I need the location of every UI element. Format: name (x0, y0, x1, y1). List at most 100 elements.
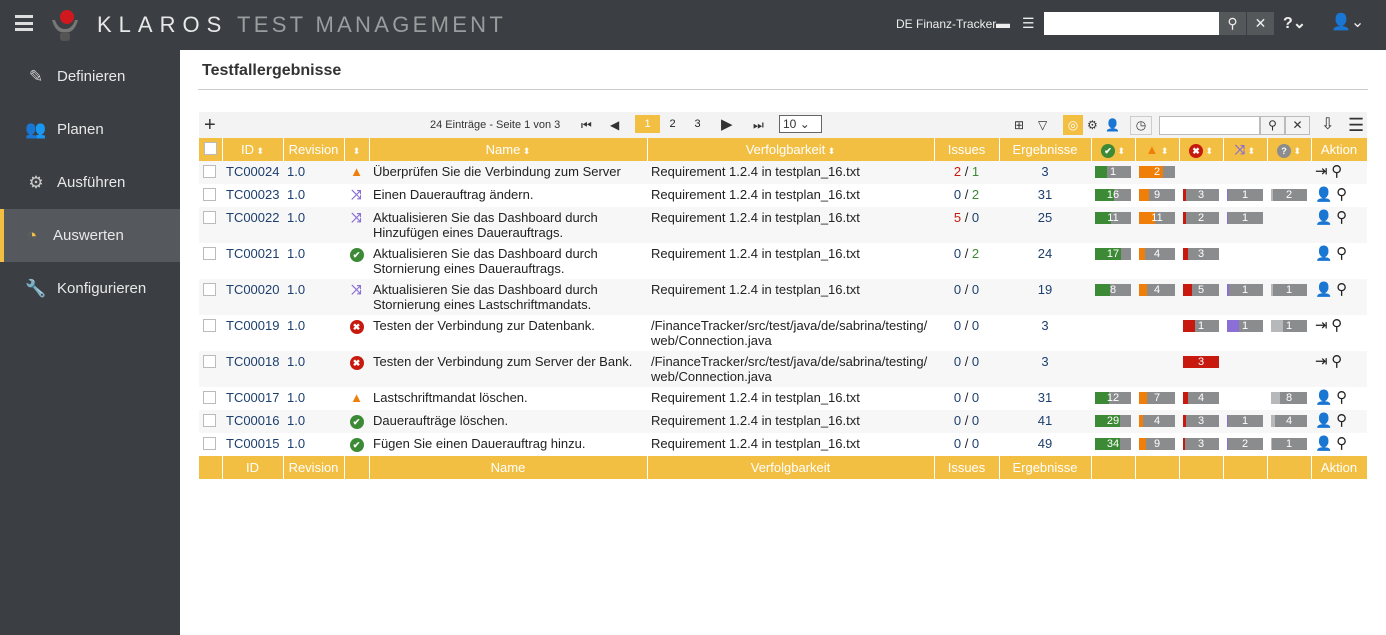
prev-page-icon[interactable]: ◀ (610, 112, 619, 138)
col-id[interactable]: ID (222, 456, 284, 479)
test-case-id[interactable]: TC00021 (226, 246, 279, 261)
row-checkbox[interactable] (199, 207, 222, 243)
table-row[interactable]: TC00023 1.0 ⤨ Einen Dauerauftrag ändern.… (199, 184, 1367, 207)
table-clear-button[interactable]: ✕ (1285, 116, 1310, 135)
col-name[interactable]: Name (369, 456, 648, 479)
col-issues[interactable]: Issues (934, 456, 1000, 479)
col-status[interactable]: ⬍ (344, 138, 370, 161)
columns-menu-icon[interactable]: ☰ (1348, 112, 1364, 138)
results-count[interactable]: 24 (999, 243, 1091, 279)
col-revision[interactable]: Revision (283, 456, 345, 479)
menu-icon[interactable] (15, 15, 33, 31)
search-icon[interactable]: ⚲ (1336, 435, 1347, 452)
page-size-select[interactable]: 10 ⌄ (779, 115, 822, 133)
search-icon[interactable]: ⚲ (1336, 412, 1347, 429)
results-count[interactable]: 31 (999, 387, 1091, 410)
row-checkbox[interactable] (199, 161, 222, 184)
test-case-id[interactable]: TC00024 (226, 164, 279, 179)
results-count[interactable]: 19 (999, 279, 1091, 315)
history-icon[interactable]: ◷ (1130, 116, 1152, 135)
assign-user-icon[interactable]: 👤 (1315, 281, 1332, 297)
search-icon[interactable]: ⚲ (1336, 245, 1347, 262)
user-clock-icon[interactable]: 👤 (1105, 112, 1120, 138)
search-icon[interactable]: ⚲ (1336, 389, 1347, 406)
select-all-checkbox[interactable] (199, 456, 223, 479)
assign-user-icon[interactable]: 👤 (1315, 412, 1332, 428)
import-icon[interactable]: ⇥ (1315, 163, 1328, 180)
row-checkbox[interactable] (199, 184, 222, 207)
col-warn[interactable]: ▲ ⬍ (1135, 138, 1180, 161)
test-case-id[interactable]: TC00015 (226, 436, 279, 451)
table-row[interactable]: TC00024 1.0 ▲ Überprüfen Sie die Verbind… (199, 161, 1367, 184)
row-checkbox[interactable] (199, 410, 222, 433)
table-row[interactable]: TC00020 1.0 ⤨ Aktualisieren Sie das Dash… (199, 279, 1367, 315)
col-skip[interactable]: ⤨ ⬍ (1223, 138, 1268, 161)
sidebar-item-4[interactable]: 🔧 Konfigurieren (0, 262, 180, 315)
col-trace[interactable]: Verfolgbarkeit ⬍ (647, 138, 935, 161)
assign-user-icon[interactable]: 👤 (1315, 209, 1332, 225)
sidebar-item-3[interactable]: ◔ Auswerten (0, 209, 180, 262)
last-page-icon[interactable]: ⏭ (753, 112, 764, 138)
results-count[interactable]: 25 (999, 207, 1091, 243)
clear-search-button[interactable]: ✕ (1247, 12, 1274, 35)
project-name[interactable]: DE Finanz-Tracker (896, 17, 996, 31)
table-row[interactable]: TC00019 1.0 ✖ Testen der Verbindung zur … (199, 315, 1367, 351)
test-case-id[interactable]: TC00016 (226, 413, 279, 428)
col-fail[interactable] (1179, 456, 1224, 479)
col-warn[interactable] (1135, 456, 1180, 479)
sidebar-item-1[interactable]: 👥 Planen (0, 103, 180, 156)
page-2-button[interactable]: 2 (660, 115, 685, 133)
global-search-input[interactable] (1044, 12, 1219, 35)
assign-user-icon[interactable]: 👤 (1315, 435, 1332, 451)
results-count[interactable]: 49 (999, 433, 1091, 456)
test-case-id[interactable]: TC00019 (226, 318, 279, 333)
sidebar-item-0[interactable]: ✎ Definieren (0, 50, 180, 103)
page-1-button[interactable]: 1 (635, 115, 660, 133)
table-row[interactable]: TC00017 1.0 ▲ Lastschriftmandat löschen.… (199, 387, 1367, 410)
table-row[interactable]: TC00021 1.0 ✔ Aktualisieren Sie das Dash… (199, 243, 1367, 279)
globe-icon[interactable]: ◎ (1063, 115, 1083, 135)
add-icon[interactable]: + (204, 112, 216, 138)
assign-user-icon[interactable]: 👤 (1315, 245, 1332, 261)
search-button[interactable]: ⚲ (1219, 12, 1246, 35)
test-case-id[interactable]: TC00023 (226, 187, 279, 202)
sidebar-item-2[interactable]: ⚙ Ausführen (0, 156, 180, 209)
col-fail[interactable]: ✖ ⬍ (1179, 138, 1224, 161)
assign-user-icon[interactable]: 👤 (1315, 389, 1332, 405)
col-id[interactable]: ID ⬍ (222, 138, 284, 161)
test-case-id[interactable]: TC00017 (226, 390, 279, 405)
col-name[interactable]: Name ⬍ (369, 138, 648, 161)
test-case-id[interactable]: TC00022 (226, 210, 279, 225)
table-row[interactable]: TC00015 1.0 ✔ Fügen Sie einen Dauerauftr… (199, 433, 1367, 456)
search-icon[interactable]: ⚲ (1336, 209, 1347, 226)
table-row[interactable]: TC00016 1.0 ✔ Daueraufträge löschen. Req… (199, 410, 1367, 433)
col-unknown[interactable]: ? ⬍ (1267, 138, 1312, 161)
col-issues[interactable]: Issues (934, 138, 1000, 161)
table-search-button[interactable]: ⚲ (1260, 116, 1285, 135)
archive-icon[interactable]: ▬ (996, 15, 1010, 31)
results-count[interactable]: 3 (999, 315, 1091, 351)
results-count[interactable]: 3 (999, 161, 1091, 184)
row-checkbox[interactable] (199, 351, 222, 387)
col-unknown[interactable] (1267, 456, 1312, 479)
search-icon[interactable]: ⚲ (1331, 353, 1342, 370)
search-icon[interactable]: ⚲ (1331, 163, 1342, 180)
first-page-icon[interactable]: ⏮ (581, 112, 592, 138)
col-revision[interactable]: Revision (283, 138, 345, 161)
table-search-input[interactable] (1159, 116, 1260, 135)
col-results[interactable]: Ergebnisse (999, 138, 1092, 161)
row-checkbox[interactable] (199, 387, 222, 410)
server-icon[interactable]: ☰ (1022, 15, 1035, 32)
search-icon[interactable]: ⚲ (1331, 317, 1342, 334)
select-all-checkbox[interactable] (199, 138, 223, 161)
test-case-id[interactable]: TC00018 (226, 354, 279, 369)
row-checkbox[interactable] (199, 315, 222, 351)
page-3-button[interactable]: 3 (685, 115, 710, 133)
col-status[interactable] (344, 456, 370, 479)
settings-icon[interactable]: ⚙ (1087, 112, 1098, 138)
filter-icon[interactable]: ▽ (1038, 112, 1047, 138)
row-checkbox[interactable] (199, 433, 222, 456)
row-checkbox[interactable] (199, 279, 222, 315)
col-pass[interactable]: ✔ ⬍ (1091, 138, 1136, 161)
table-row[interactable]: TC00022 1.0 ⤨ Aktualisieren Sie das Dash… (199, 207, 1367, 243)
